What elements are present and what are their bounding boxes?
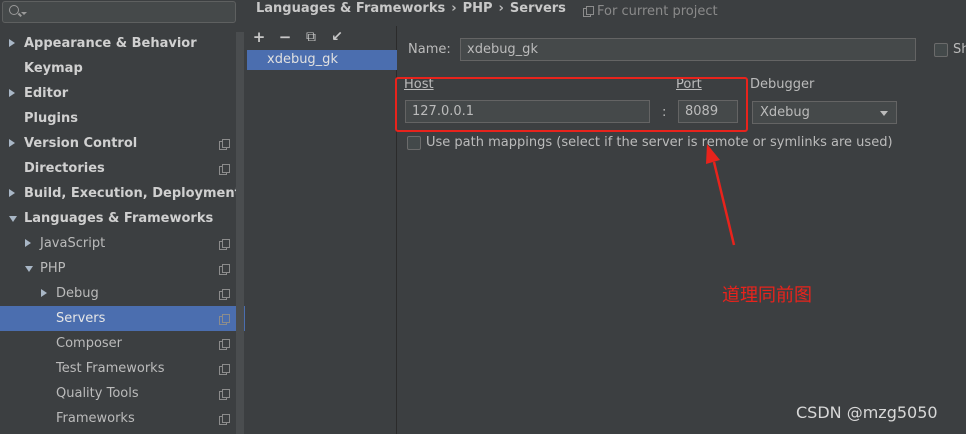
annotation-text: 道理同前图 <box>722 285 812 306</box>
add-server-button[interactable]: + <box>250 28 268 46</box>
tree-item-javascript[interactable]: JavaScript <box>0 231 236 256</box>
tree-item-label: Composer <box>56 336 123 351</box>
tree-item-label: Frameworks <box>56 411 135 426</box>
project-scope-icon <box>219 389 230 400</box>
project-scope-icon <box>219 364 230 375</box>
tree-item-plugins[interactable]: Plugins <box>0 106 236 131</box>
scope-note-text: For current project <box>597 4 718 19</box>
tree-item-php[interactable]: PHP <box>0 256 236 281</box>
path-mappings-checkbox[interactable] <box>407 136 421 150</box>
expand-arrow-icon[interactable] <box>9 39 15 47</box>
path-mappings-label[interactable]: Use path mappings (select if the server … <box>426 135 893 150</box>
tree-item-label: Appearance & Behavior <box>24 36 197 51</box>
tree-item-keymap[interactable]: Keymap <box>0 56 236 81</box>
expand-arrow-icon[interactable] <box>9 139 15 147</box>
debugger-label: Debugger <box>750 77 815 92</box>
server-name-input[interactable]: xdebug_gk <box>460 38 916 61</box>
project-scope-icon <box>583 6 594 17</box>
tree-item-label: Quality Tools <box>56 386 139 401</box>
tree-item-label: Languages & Frameworks <box>24 211 214 226</box>
breadcrumb-item: Servers <box>509 1 566 16</box>
tree-item-label: Build, Execution, Deployment <box>24 186 241 201</box>
project-scope-icon <box>219 164 230 175</box>
search-icon <box>9 5 19 15</box>
import-server-button[interactable]: ↙ <box>328 28 346 46</box>
search-history-dropdown-icon[interactable] <box>21 12 27 15</box>
breadcrumb: Languages & Frameworks › PHP › Servers <box>256 0 566 18</box>
name-label: Name: <box>408 42 451 57</box>
tree-item-debug[interactable]: Debug <box>0 281 236 306</box>
breadcrumb-separator: › <box>498 1 504 16</box>
highlight-box <box>395 77 748 132</box>
collapse-arrow-icon[interactable] <box>25 266 33 272</box>
tree-item-composer[interactable]: Composer <box>0 331 236 356</box>
tree-item-label: Test Frameworks <box>56 361 165 376</box>
debugger-selected-value: Xdebug <box>760 105 810 120</box>
breadcrumb-separator: › <box>451 1 457 16</box>
tree-item-label: JavaScript <box>40 236 106 251</box>
copy-server-button[interactable]: ⧉ <box>302 28 320 46</box>
tree-item-build-execution-deployment[interactable]: Build, Execution, Deployment <box>0 181 241 206</box>
remove-server-button[interactable]: − <box>276 28 294 46</box>
tree-item-label: Servers <box>56 311 106 326</box>
settings-header: Languages & Frameworks › PHP › Servers For c… <box>245 0 966 26</box>
tree-item-frameworks[interactable]: Frameworks <box>0 406 236 431</box>
project-scope-icon <box>219 314 230 325</box>
tree-item-directories[interactable]: Directories <box>0 156 236 181</box>
scope-note: For current project <box>583 4 718 19</box>
collapse-arrow-icon[interactable] <box>9 216 17 222</box>
tree-item-label: Debug <box>56 286 99 301</box>
settings-search-input[interactable] <box>2 1 236 23</box>
servers-list-panel: + − ⧉ ↙ xdebug_gk <box>245 26 397 434</box>
tree-item-languages-frameworks[interactable]: Languages & Frameworks <box>0 206 236 231</box>
expand-arrow-icon[interactable] <box>25 239 31 247</box>
expand-arrow-icon[interactable] <box>9 89 15 97</box>
debugger-select[interactable]: Xdebug <box>752 101 897 124</box>
expand-arrow-icon[interactable] <box>9 189 15 197</box>
tree-scrollbar[interactable] <box>236 32 244 434</box>
tree-item-servers[interactable]: Servers <box>0 306 245 331</box>
breadcrumb-item[interactable]: Languages & Frameworks <box>256 1 445 16</box>
server-list-item[interactable]: xdebug_gk <box>247 50 397 70</box>
expand-arrow-icon[interactable] <box>41 289 47 297</box>
project-scope-icon <box>219 139 230 150</box>
tree-item-label: PHP <box>40 261 66 276</box>
project-scope-icon <box>219 264 230 275</box>
tree-item-test-frameworks[interactable]: Test Frameworks <box>0 356 236 381</box>
shared-label: Sh <box>953 42 966 57</box>
tree-item-label: Plugins <box>24 111 78 126</box>
tree-item-editor[interactable]: Editor <box>0 81 236 106</box>
project-scope-icon <box>219 239 230 250</box>
settings-tree-panel: Appearance & Behavior Keymap Editor Plug… <box>0 0 245 434</box>
watermark: CSDN @mzg5050 <box>796 403 938 422</box>
shared-checkbox[interactable] <box>934 43 948 57</box>
tree-item-version-control[interactable]: Version Control <box>0 131 236 156</box>
chevron-down-icon <box>880 111 888 116</box>
tree-item-label: Keymap <box>24 61 83 76</box>
tree-item-label: Directories <box>24 161 105 176</box>
tree-item-label: Editor <box>24 86 69 101</box>
project-scope-icon <box>219 414 230 425</box>
project-scope-icon <box>219 339 230 350</box>
breadcrumb-item[interactable]: PHP <box>463 1 493 16</box>
tree-item-appearance-behavior[interactable]: Appearance & Behavior <box>0 31 236 56</box>
tree-item-quality-tools[interactable]: Quality Tools <box>0 381 236 406</box>
project-scope-icon <box>219 289 230 300</box>
tree-item-label: Version Control <box>24 136 138 151</box>
